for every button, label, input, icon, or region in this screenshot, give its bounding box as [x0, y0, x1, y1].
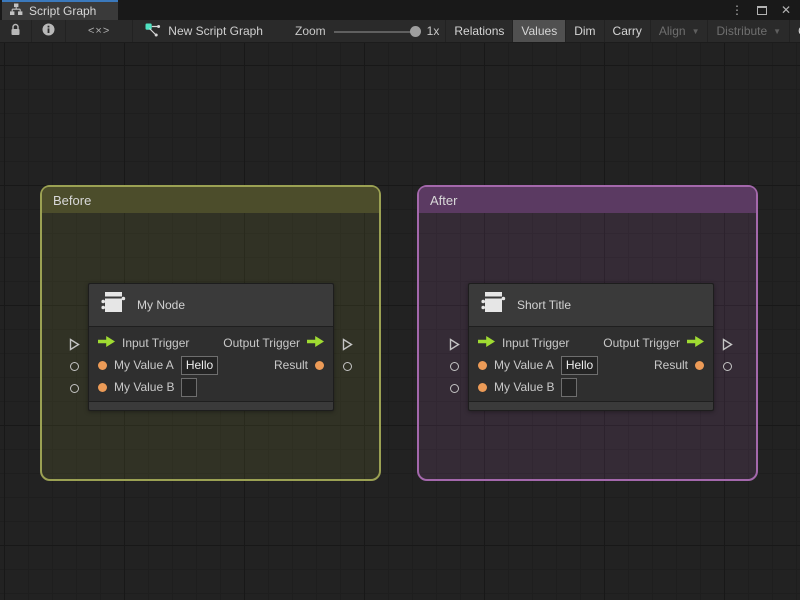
result-label: Result: [653, 358, 688, 372]
code-preview-button[interactable]: <×>: [66, 20, 134, 42]
result-out-port-icon[interactable]: [695, 360, 704, 370]
relations-button[interactable]: Relations: [445, 20, 512, 42]
value-a-input[interactable]: [180, 355, 218, 375]
external-value-a-port[interactable]: [68, 360, 81, 373]
value-in-port-icon[interactable]: [98, 360, 107, 370]
result-label: Result: [273, 358, 308, 372]
node-footer: [89, 401, 333, 410]
external-flow-out-port[interactable]: [341, 338, 354, 351]
group-before-title: Before: [53, 192, 92, 208]
value-b-row: My Value B: [469, 376, 713, 398]
input-trigger-label: Input Trigger: [122, 336, 190, 350]
script-graph-tab-icon: [9, 3, 23, 19]
toolbar-right: Relations Values Dim Carry Align ▼ Distri…: [445, 20, 800, 42]
chevron-down-icon: ▼: [773, 26, 782, 36]
info-button[interactable]: [32, 20, 66, 42]
value-in-port-icon[interactable]: [478, 360, 487, 370]
kebab-menu-icon[interactable]: ⋮: [731, 3, 743, 17]
flow-in-arrow-icon[interactable]: [98, 336, 115, 350]
zoom-slider-handle[interactable]: [409, 25, 421, 37]
external-flow-in-port[interactable]: [448, 338, 461, 351]
flow-out-arrow-icon[interactable]: [687, 336, 704, 350]
node-rows: Input Trigger Output Trigger My Value A …: [89, 327, 333, 401]
node-title: My Node: [137, 298, 186, 312]
output-trigger-label: Output Trigger: [603, 336, 680, 350]
value-b-input[interactable]: [181, 377, 198, 397]
zoom-control: Zoom 1x: [273, 20, 445, 42]
value-a-row: My Value A Result: [89, 354, 333, 376]
value-a-row: My Value A Result: [469, 354, 713, 376]
overview-button[interactable]: Overview: [789, 20, 800, 42]
carry-button[interactable]: Carry: [603, 20, 650, 42]
external-result-port[interactable]: [341, 360, 354, 373]
close-icon[interactable]: ✕: [781, 3, 791, 17]
node-my-node-header[interactable]: My Node: [89, 284, 333, 327]
script-graph-asset-icon: [145, 23, 161, 40]
code-icon: <×>: [88, 25, 111, 37]
tab-bar: Script Graph ⋮ ✕: [0, 0, 800, 20]
group-before-header[interactable]: Before: [42, 187, 379, 213]
output-trigger-label: Output Trigger: [223, 336, 300, 350]
trigger-row: Input Trigger Output Trigger: [469, 332, 713, 354]
zoom-value: 1x: [426, 24, 440, 38]
value-b-input[interactable]: [561, 377, 578, 397]
graph-name-label: New Script Graph: [168, 24, 263, 38]
group-after-header[interactable]: After: [419, 187, 756, 213]
node-short-title[interactable]: Short Title Input Trigger Output Trigger…: [449, 283, 733, 411]
lock-button[interactable]: [0, 20, 32, 42]
group-after-title: After: [430, 192, 458, 208]
value-a-label: My Value A: [494, 358, 554, 372]
external-value-b-port[interactable]: [68, 382, 81, 395]
tab-title: Script Graph: [29, 4, 97, 18]
info-icon: [42, 23, 55, 39]
zoom-label: Zoom: [294, 24, 326, 38]
node-rows: Input Trigger Output Trigger My Value A …: [469, 327, 713, 401]
value-b-row: My Value B: [89, 376, 333, 398]
external-value-a-port[interactable]: [448, 360, 461, 373]
node-short-title-header[interactable]: Short Title: [469, 284, 713, 327]
value-in-port-icon[interactable]: [478, 382, 487, 392]
node-footer: [469, 401, 713, 410]
tab-script-graph[interactable]: Script Graph: [2, 0, 118, 20]
window-controls: ⋮ ✕: [731, 0, 800, 20]
flow-in-arrow-icon[interactable]: [478, 336, 495, 350]
flow-out-arrow-icon[interactable]: [307, 336, 324, 350]
zoom-slider-track: [333, 30, 419, 33]
value-a-label: My Value A: [114, 358, 174, 372]
external-result-port[interactable]: [721, 360, 734, 373]
unit-icon: [100, 290, 126, 320]
value-a-input[interactable]: [560, 355, 598, 375]
value-b-label: My Value B: [494, 380, 555, 394]
align-dropdown[interactable]: Align ▼: [649, 20, 708, 42]
value-b-label: My Value B: [114, 380, 175, 394]
external-flow-in-port[interactable]: [68, 338, 81, 351]
lock-icon: [10, 23, 21, 39]
result-out-port-icon[interactable]: [315, 360, 324, 370]
value-in-port-icon[interactable]: [98, 382, 107, 392]
dim-button[interactable]: Dim: [565, 20, 603, 42]
graph-toolbar: <×> New Script Graph Zoom 1x Relations V…: [0, 20, 800, 43]
values-button[interactable]: Values: [512, 20, 566, 42]
input-trigger-label: Input Trigger: [502, 336, 570, 350]
distribute-dropdown[interactable]: Distribute ▼: [707, 20, 789, 42]
chevron-down-icon: ▼: [691, 26, 700, 36]
graph-name: New Script Graph: [133, 20, 273, 42]
external-flow-out-port[interactable]: [721, 338, 734, 351]
unit-icon: [480, 290, 506, 320]
node-my-node[interactable]: My Node Input Trigger Output Trigger My …: [69, 283, 353, 411]
maximize-icon[interactable]: [756, 5, 767, 15]
external-value-b-port[interactable]: [448, 382, 461, 395]
node-title: Short Title: [517, 298, 572, 312]
trigger-row: Input Trigger Output Trigger: [89, 332, 333, 354]
zoom-slider[interactable]: [333, 25, 421, 37]
script-graph-window: Script Graph ⋮ ✕ <×> New Script Graph Zo…: [0, 0, 800, 600]
